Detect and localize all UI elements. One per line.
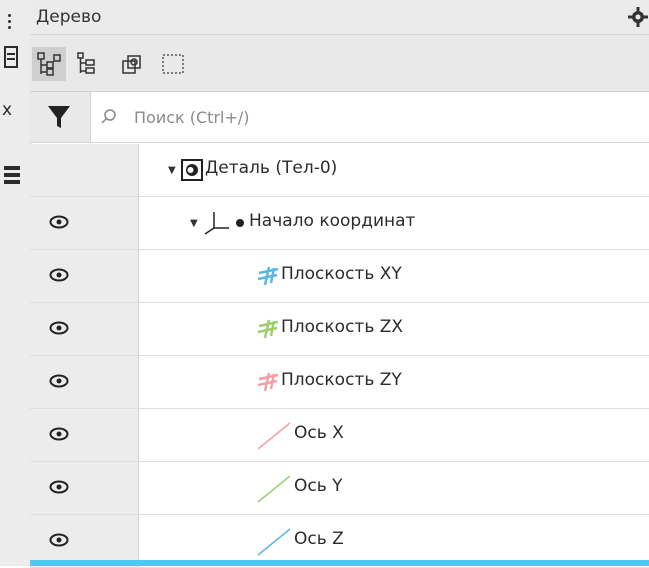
- tree-row-plane-zx[interactable]: Плоскость ZX: [30, 303, 649, 356]
- tree-toolbar: [30, 35, 649, 92]
- visibility-cell: [30, 303, 139, 355]
- tree-row-plane-zy[interactable]: Плоскость ZY: [30, 356, 649, 409]
- eye-icon[interactable]: [49, 268, 69, 282]
- tree-row-origin[interactable]: ▼ Начало координат: [30, 197, 649, 250]
- panel-title-bar: Дерево: [30, 0, 649, 35]
- expand-caret-icon[interactable]: ▼: [190, 218, 198, 229]
- plane-xy-icon: [257, 266, 279, 286]
- tree-row-axis-y[interactable]: Ось Y: [30, 462, 649, 515]
- axis-x-icon: [257, 422, 291, 450]
- components-icon: [122, 55, 141, 74]
- components-button[interactable]: [116, 47, 150, 81]
- search-row: [30, 92, 649, 143]
- coordinate-system-icon: [204, 212, 229, 235]
- axis-z-icon: [257, 528, 291, 556]
- tree-item-label: Ось Z: [294, 529, 344, 549]
- tree-item-label: Плоскость ZX: [281, 317, 404, 337]
- tree-item-label: Деталь (Тел-0): [205, 158, 338, 178]
- plane-zy-icon: [257, 372, 279, 392]
- tree-hierarchy-icon: [77, 52, 95, 74]
- selection-frame-icon: [162, 54, 184, 74]
- visibility-cell: [30, 356, 139, 408]
- left-tool-strip: x: [0, 0, 31, 566]
- expand-caret-icon[interactable]: ▼: [168, 165, 176, 176]
- part-icon: [181, 159, 203, 181]
- search-input[interactable]: [134, 103, 634, 131]
- tree-panel: Дерево Поиск (Ctrl+/) ▼ Деталь (Тел-0) ▼…: [30, 0, 649, 568]
- gear-icon[interactable]: [627, 6, 649, 28]
- tree-structure-icon: [37, 52, 61, 76]
- tree-row-axis-x[interactable]: Ось X: [30, 409, 649, 462]
- tree-item-label: Плоскость XY: [281, 264, 402, 284]
- plane-zx-icon: [257, 319, 279, 339]
- eye-icon[interactable]: [49, 215, 69, 229]
- filter-icon: [48, 106, 70, 128]
- selection-highlight: [30, 560, 649, 566]
- visibility-cell: [30, 197, 139, 249]
- eye-icon[interactable]: [49, 427, 69, 441]
- origin-point-icon: [236, 219, 244, 227]
- variables-label: x: [2, 100, 13, 120]
- tree-row-root[interactable]: ▼ Деталь (Тел-0): [30, 144, 649, 197]
- tree-item-label: Плоскость ZY: [281, 370, 402, 390]
- drag-grip-icon[interactable]: [8, 14, 14, 32]
- axis-y-icon: [257, 475, 291, 503]
- eye-icon[interactable]: [49, 480, 69, 494]
- visibility-cell: [30, 409, 139, 461]
- tree-row-plane-xy[interactable]: Плоскость XY: [30, 250, 649, 303]
- visibility-cell: [30, 462, 139, 514]
- model-tree: ▼ Деталь (Тел-0) ▼ Начало координат Плос…: [30, 144, 649, 568]
- tree-item-label: Ось X: [294, 423, 344, 443]
- panel-title: Дерево: [36, 7, 102, 27]
- eye-icon[interactable]: [49, 321, 69, 335]
- tree-structure-button[interactable]: [32, 47, 66, 81]
- tree-hierarchy-button[interactable]: [72, 47, 106, 81]
- search-icon: [101, 109, 116, 124]
- list-icon[interactable]: [4, 166, 20, 187]
- filter-button[interactable]: [30, 92, 91, 142]
- eye-icon[interactable]: [49, 374, 69, 388]
- document-icon[interactable]: [4, 46, 18, 68]
- selection-frame-button[interactable]: [156, 47, 190, 81]
- visibility-cell: [30, 250, 139, 302]
- visibility-cell: [30, 144, 139, 196]
- eye-icon[interactable]: [49, 533, 69, 547]
- tree-item-label: Ось Y: [294, 476, 343, 496]
- variables-icon[interactable]: x: [2, 100, 12, 120]
- tree-item-label: Начало координат: [249, 211, 416, 231]
